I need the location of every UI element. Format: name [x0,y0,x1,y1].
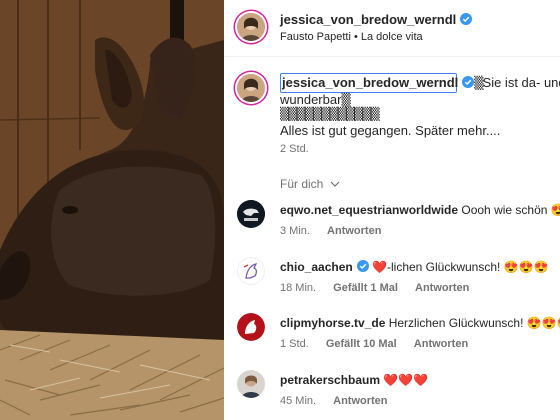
comment-sort-label: Für dich [280,177,324,191]
comment-meta: 3 Min. Antworten [280,225,381,237]
post-header: jessica_von_bredow_werndl Fausto Papetti… [224,0,560,56]
comment-emoji: 😍😍😍 [526,316,560,330]
chevron-down-icon [330,176,340,190]
caption-line-4: Alles ist gut gegangen. Später mehr.... [280,123,501,138]
caption-glyph-placeholder: ▒ [341,93,350,107]
comment-time[interactable]: 3 Min. [280,225,310,237]
comment-row: eqwo.net_equestrianworldwide Oooh wie sc… [280,203,560,217]
comment-text: ❤️❤️❤️ [383,373,429,387]
post-photo[interactable] [0,0,224,420]
comment-emoji: 😍😍😍 [503,260,549,274]
comment-avatar-clipmyhorse[interactable] [237,313,265,341]
comment-meta: 18 Min. Gefällt 1 Mal Antworten [280,282,469,294]
caption-username[interactable]: jessica_von_bredow_werndl [282,75,458,90]
header-divider [224,56,560,57]
comment-meta: 1 Std. Gefällt 10 Mal Antworten [280,338,468,350]
reply-button[interactable]: Antworten [327,225,381,237]
comment-row: clipmyhorse.tv_de Herzlichen Glückwunsch… [280,316,560,330]
caption-glyph-row: ▒▒▒▒▒▒▒▒▒▒▒▒ [280,107,380,121]
comment-text: Oooh wie schön [461,203,548,217]
comment-time[interactable]: 45 Min. [280,395,316,407]
comment-avatar-eqwo[interactable] [237,200,265,228]
comment-text: ❤️-lichen Glückwunsch! [372,260,501,274]
verified-badge-icon [460,13,473,25]
comment-row: chio_aachen ❤️-lichen Glückwunsch! 😍😍😍 [280,260,549,274]
comment-username[interactable]: petrakerschbaum [280,373,380,387]
comment-time[interactable]: 18 Min. [280,282,316,294]
comment-sort-dropdown[interactable]: Für dich [280,176,340,191]
comment-avatar-petrakerschbaum[interactable] [237,370,265,398]
comment-row: petrakerschbaum ❤️❤️❤️ [280,373,428,387]
caption-timestamp[interactable]: 2 Std. [280,143,309,155]
post-side-panel: jessica_von_bredow_werndl Fausto Papetti… [224,0,560,420]
caption-avatar[interactable] [237,74,265,102]
comment-time[interactable]: 1 Std. [280,338,309,350]
comment-text: Herzlichen Glückwunsch! [388,316,524,330]
comment-meta: 45 Min. Antworten [280,395,388,407]
caption-line-1: jessica_von_bredow_werndl ▒Sie ist da- un… [282,74,560,92]
comment-username[interactable]: eqwo.net_equestrianworldwide [280,203,458,217]
caption-text-start: Sie ist da- und e [482,75,560,90]
author-avatar[interactable] [237,13,265,41]
likes-count-link[interactable]: Gefällt 1 Mal [333,282,398,294]
audio-track-link[interactable]: Fausto Papetti • La dolce vita [280,31,423,43]
author-username[interactable]: jessica_von_bredow_werndl [280,12,456,27]
likes-count-link[interactable]: Gefällt 10 Mal [326,338,397,350]
verified-badge-icon [356,260,369,272]
caption-glyph-placeholder: ▒ [474,76,483,90]
reply-button[interactable]: Antworten [414,338,468,350]
horse-photo-illustration [0,0,224,420]
comment-emoji: 😍 [550,203,560,217]
comment-username[interactable]: clipmyhorse.tv_de [280,316,385,330]
reply-button[interactable]: Antworten [333,395,387,407]
reply-button[interactable]: Antworten [415,282,469,294]
comment-username[interactable]: chio_aachen [280,260,353,274]
verified-badge-icon [462,75,475,88]
comment-avatar-chio[interactable] [237,257,265,285]
caption-text-word: wunderbar [280,92,342,107]
author-username-link[interactable]: jessica_von_bredow_werndl [280,12,473,27]
